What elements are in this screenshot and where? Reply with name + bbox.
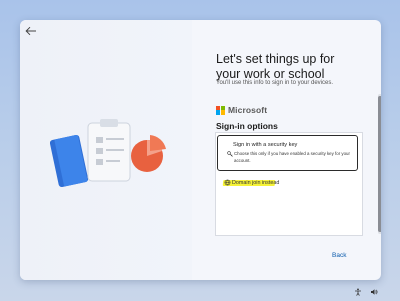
signin-options-header: Sign-in options — [216, 121, 278, 131]
page-title: Let's set things up for your work or sch… — [216, 52, 335, 82]
options-scrollbar[interactable] — [378, 94, 381, 234]
back-arrow-icon[interactable] — [25, 26, 37, 36]
notebook-icon — [50, 134, 89, 188]
clipboard-icon — [87, 119, 131, 182]
security-key-option-description: Choose this only if you have enabled a s… — [234, 151, 350, 163]
scrollbar-thumb[interactable] — [378, 96, 381, 232]
left-pane — [20, 20, 192, 280]
signin-options-panel: Sign in with a security key Choose this … — [215, 132, 363, 236]
domain-join-option-label: Domain join instead — [232, 179, 280, 186]
domain-join-icon — [224, 179, 231, 186]
setup-illustration — [50, 119, 166, 188]
domain-join-option[interactable]: Domain join instead — [217, 177, 359, 190]
back-button[interactable]: Back — [332, 252, 346, 259]
microsoft-logo-icon — [216, 105, 225, 115]
system-tray — [354, 288, 378, 296]
brand-name: Microsoft — [228, 105, 268, 115]
accessibility-icon[interactable] — [354, 288, 362, 296]
security-key-icon — [227, 151, 233, 157]
page-subtitle: You'll use this info to sign in to your … — [216, 80, 333, 86]
microsoft-logo: Microsoft — [216, 105, 267, 115]
volume-icon[interactable] — [370, 288, 378, 296]
oobe-window: Let's set things up for your work or sch… — [20, 20, 381, 280]
security-key-option[interactable]: Sign in with a security key Choose this … — [217, 135, 358, 171]
pie-chart-icon — [131, 135, 166, 172]
right-pane: Let's set things up for your work or sch… — [215, 20, 381, 280]
security-key-option-title: Sign in with a security key — [233, 142, 298, 148]
